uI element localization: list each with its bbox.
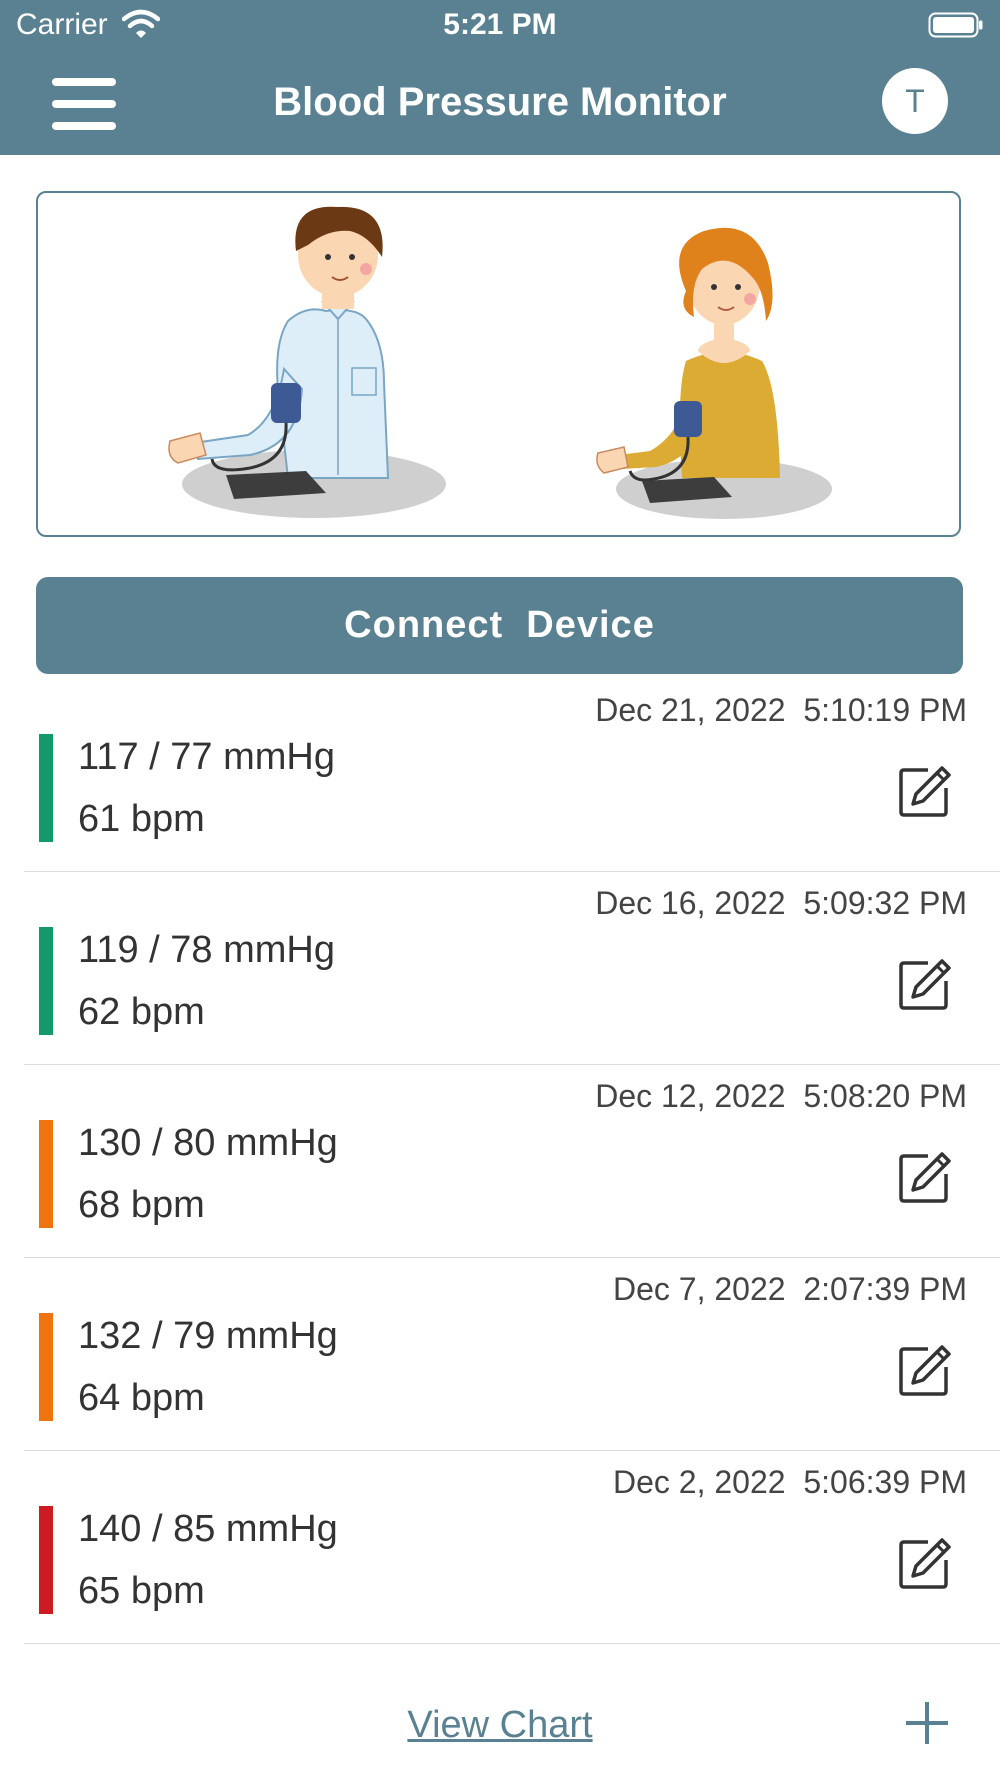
readings-list: Dec 21, 2022 5:10:19 PM 117 / 77 mmHg 61… (0, 678, 1000, 1668)
top-bar: Carrier 5:21 PM Blood Pressure Monitor T (0, 0, 1000, 155)
reading-pressure: 140 / 85 mmHg (78, 1508, 338, 1550)
status-indicator-bar (39, 1120, 53, 1228)
status-time: 5:21 PM (443, 8, 557, 41)
edit-icon[interactable] (898, 1150, 952, 1204)
reading-pulse: 65 bpm (78, 1570, 205, 1612)
edit-icon[interactable] (898, 1536, 952, 1590)
reading-timestamp: Dec 12, 2022 5:08:20 PM (595, 1078, 967, 1114)
status-indicator-bar (39, 1506, 53, 1614)
profile-avatar[interactable]: T (882, 68, 948, 134)
reading-pulse: 64 bpm (78, 1377, 205, 1419)
status-indicator-bar (39, 927, 53, 1035)
status-bar: Carrier 5:21 PM (0, 0, 1000, 52)
nav-bar: Blood Pressure Monitor T (0, 52, 1000, 155)
reading-pressure: 130 / 80 mmHg (78, 1122, 338, 1164)
reading-row[interactable]: Dec 12, 2022 5:08:20 PM 130 / 80 mmHg 68… (24, 1064, 1000, 1258)
add-reading-icon[interactable] (904, 1700, 950, 1746)
reading-timestamp: Dec 7, 2022 2:07:39 PM (613, 1271, 967, 1307)
woman-illustration (596, 227, 832, 519)
reading-pressure: 132 / 79 mmHg (78, 1315, 338, 1357)
hero-illustration (36, 191, 961, 537)
reading-pulse: 68 bpm (78, 1184, 205, 1226)
reading-timestamp: Dec 21, 2022 5:10:19 PM (595, 692, 967, 728)
reading-timestamp: Dec 16, 2022 5:09:32 PM (595, 885, 967, 921)
status-indicator-bar (39, 734, 53, 842)
reading-row[interactable]: Dec 2, 2022 5:06:39 PM 140 / 85 mmHg 65 … (24, 1450, 1000, 1644)
page-title: Blood Pressure Monitor (273, 80, 727, 124)
bottom-toolbar: View Chart (0, 1668, 1000, 1778)
connect-device-button[interactable]: Connect Device (36, 577, 963, 674)
edit-icon[interactable] (898, 764, 952, 818)
battery-icon (928, 12, 983, 38)
reading-pressure: 119 / 78 mmHg (78, 929, 335, 971)
reading-timestamp: Dec 2, 2022 5:06:39 PM (613, 1464, 967, 1500)
reading-row[interactable]: Dec 21, 2022 5:10:19 PM 117 / 77 mmHg 61… (24, 678, 1000, 872)
edit-icon[interactable] (898, 957, 952, 1011)
illustration-people-measuring-blood-pressure (168, 206, 832, 519)
reading-row[interactable]: Dec 16, 2022 5:09:32 PM 119 / 78 mmHg 62… (24, 871, 1000, 1065)
edit-icon[interactable] (898, 1343, 952, 1397)
status-indicator-bar (39, 1313, 53, 1421)
reading-pulse: 61 bpm (78, 798, 205, 840)
man-illustration (168, 206, 446, 518)
reading-pulse: 62 bpm (78, 991, 205, 1033)
reading-pressure: 117 / 77 mmHg (78, 736, 335, 778)
reading-row[interactable]: Dec 7, 2022 2:07:39 PM 132 / 79 mmHg 64 … (24, 1257, 1000, 1451)
view-chart-link[interactable]: View Chart (0, 1704, 1000, 1747)
